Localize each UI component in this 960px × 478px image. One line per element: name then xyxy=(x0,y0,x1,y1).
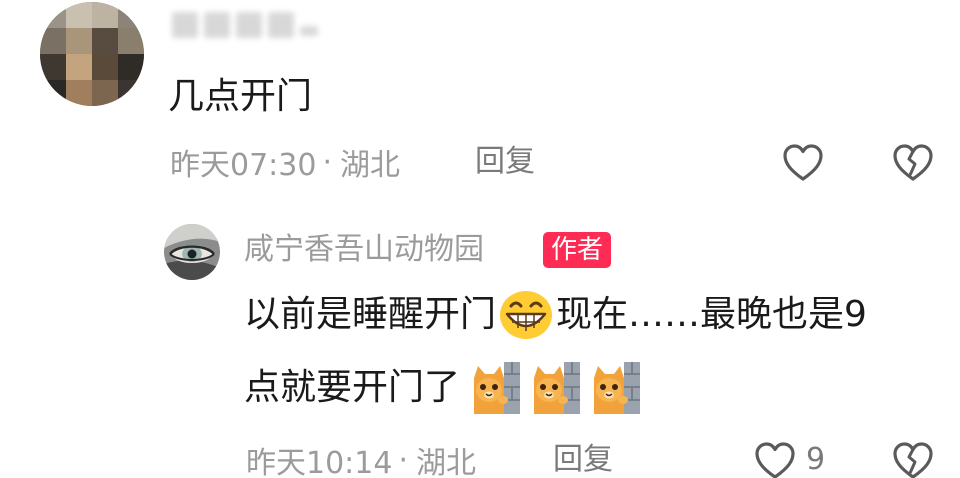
author-badge: 作者 xyxy=(543,232,612,268)
broken-heart-icon xyxy=(893,144,933,181)
tiger-eye-avatar-image xyxy=(164,224,220,280)
comment-thread: 几点开门 昨天07:30 · 湖北 回复 咸宁香吾山动物园 作者 以前是睡醒开门… xyxy=(0,0,960,478)
heart-outline-icon xyxy=(783,144,823,181)
broken-heart-icon xyxy=(893,442,933,478)
reply-like-button[interactable] xyxy=(752,438,798,478)
comment-like-button[interactable] xyxy=(780,140,826,186)
peeking-cat-wall-emoji-icon xyxy=(474,362,521,414)
peeking-cat-wall-emoji-icon xyxy=(594,362,641,414)
comment-text: 几点开门 xyxy=(168,76,313,117)
comment-location: 湖北 xyxy=(340,148,401,183)
comment-time: 昨天07:30 xyxy=(170,148,317,183)
comment-reply-button[interactable]: 回复 xyxy=(475,140,535,184)
meta-separator: · xyxy=(322,144,333,180)
peeking-cat-wall-emoji-icon xyxy=(534,362,581,414)
commenter-avatar[interactable] xyxy=(40,2,144,106)
reply-text-line-2: 点就要开门了 xyxy=(244,360,650,416)
comment-dislike-button[interactable] xyxy=(890,140,936,186)
reply-time: 昨天10:14 xyxy=(246,446,393,478)
reply-meta: 昨天10:14 · 湖北 xyxy=(246,438,476,478)
reply-dislike-button[interactable] xyxy=(890,438,936,478)
reply-location: 湖北 xyxy=(416,446,477,478)
reply-author-name[interactable]: 咸宁香吾山动物园 xyxy=(244,228,484,272)
grinning-face-emoji-icon xyxy=(500,291,553,339)
reply-text-part-2: 现在……最晚也是9 xyxy=(556,294,867,335)
reply-author-avatar[interactable] xyxy=(164,224,220,280)
meta-separator: · xyxy=(398,442,409,478)
comment-meta: 昨天07:30 · 湖北 xyxy=(170,140,400,184)
reply-reply-button[interactable]: 回复 xyxy=(553,438,613,478)
reply-text-line-2-text: 点就要开门了 xyxy=(244,367,461,408)
reply-text-part-1: 以前是睡醒开门 xyxy=(244,294,497,335)
pixelated-avatar-image xyxy=(40,2,144,106)
commenter-username-blurred[interactable] xyxy=(172,4,332,46)
heart-outline-icon xyxy=(755,442,795,478)
reply-text-line-1: 以前是睡醒开门 现在……最晚也是9 xyxy=(244,290,867,340)
reply-like-count: 9 xyxy=(806,442,826,477)
